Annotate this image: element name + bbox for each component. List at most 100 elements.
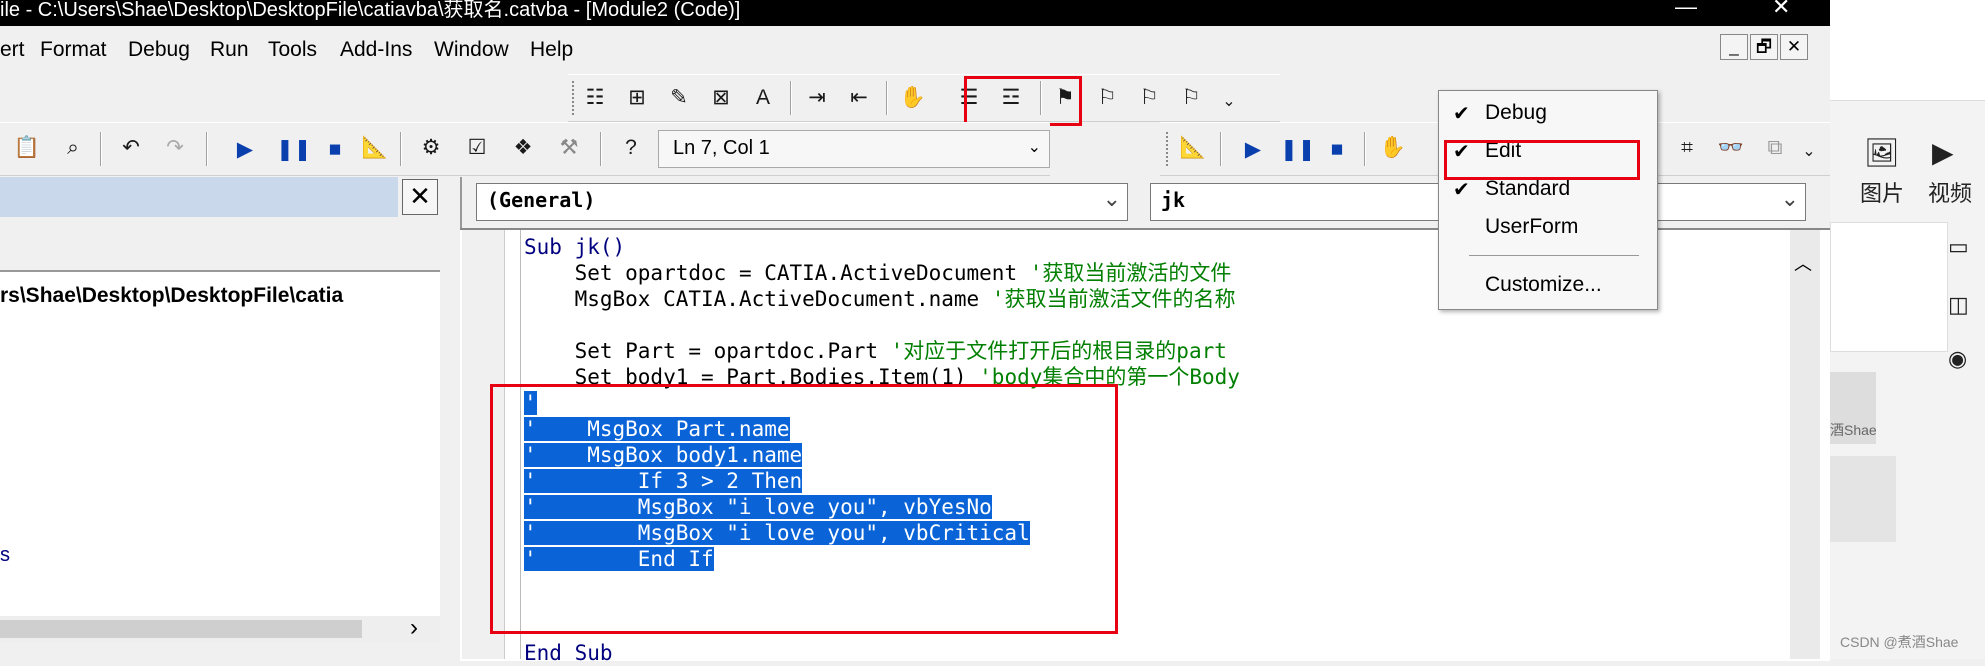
check-icon: ✔ [1453,103,1470,125]
next-bookmark-icon[interactable]: ⚐ [1092,83,1122,113]
position-readout: Ln 7, Col 1 ⌄ [658,130,1050,168]
project-path[interactable]: rs\Shae\Desktop\DesktopFile\catia [0,284,343,308]
chevron-down-icon[interactable]: ⌄ [1028,137,1041,157]
chevron-down-icon[interactable]: ⌄ [1103,186,1121,212]
toolbar-separator [1220,132,1222,166]
design-mode-icon[interactable]: 📐 [1178,133,1208,163]
layout-icon[interactable]: ▭ [1948,234,1969,260]
watch-window-icon[interactable]: ⌗ [1672,133,1702,163]
scrollbar-thumb[interactable] [0,620,362,638]
code-line[interactable]: Sub jk() [524,234,625,260]
scroll-up-icon[interactable]: ︿ [1794,250,1812,276]
paste-icon[interactable]: 📋 [12,133,42,163]
parameter-info-icon[interactable]: ⊠ [706,83,736,113]
toolbar-separator [790,81,792,115]
undo-icon[interactable]: ↶ [116,133,146,163]
project-explorer-titlebar [0,177,398,217]
menu-addins[interactable]: Add-Ins [340,38,412,62]
project-explorer-icon[interactable]: ⚙ [416,133,446,163]
code-line[interactable]: End Sub [524,640,613,666]
quick-info-icon[interactable]: ✎ [664,83,694,113]
help-icon[interactable]: ? [616,133,646,163]
menu-insert[interactable]: ert [0,38,25,62]
menu-window[interactable]: Window [434,38,509,62]
toolbar-options-dropdown[interactable]: ⌄ [1214,87,1244,117]
close-icon[interactable]: ✕ [402,179,438,215]
find-icon[interactable]: ⌕ [58,133,88,163]
toolbars-context-menu: ✔ Debug ✔ Edit ✔ Standard UserForm Custo… [1438,90,1658,310]
minimize-button[interactable]: — [1675,0,1697,20]
reset-icon[interactable]: ■ [1322,135,1352,165]
check-icon: ✔ [1453,179,1470,201]
menu-item-debug[interactable]: Debug [1485,101,1547,125]
toolbar-separator [886,81,888,115]
run-icon[interactable]: ▶ [1238,135,1268,165]
project-tree[interactable]: rs\Shae\Desktop\DesktopFile\catia s [0,270,440,620]
mdi-minimize-button[interactable]: _ [1720,34,1748,60]
edit-toolbar: ☷ ⊞ ✎ ⊠ A ⇥ ⇤ ✋ ☰ ☲ ⚑ ⚐ ⚐ ⚐ ⌄ [568,74,1280,122]
list-constants-icon[interactable]: ⊞ [622,83,652,113]
menu-item-standard[interactable]: Standard [1485,177,1570,201]
complete-word-icon[interactable]: A [748,83,778,113]
design-mode-icon[interactable]: 📐 [360,133,390,163]
outdent-icon[interactable]: ⇤ [844,83,874,113]
mdi-restore-button[interactable]: 🗗 [1750,34,1778,60]
toolbar-grip[interactable] [1166,132,1172,166]
csdn-watermark: CSDN @煮酒Shae [1840,634,1959,650]
menu-item-customize[interactable]: Customize... [1485,273,1602,297]
vertical-scrollbar[interactable]: ︿ [1790,230,1820,659]
highlight-comment-buttons [964,76,1082,126]
menu-item-userform[interactable]: UserForm [1485,215,1578,239]
object-browser-icon[interactable]: ❖ [508,133,538,163]
code-line[interactable]: MsgBox CATIA.ActiveDocument.name '获取当前激活… [524,286,1236,312]
columns-icon[interactable]: ◫ [1948,292,1969,318]
list-properties-icon[interactable]: ☷ [580,83,610,113]
properties-window-icon[interactable]: ☑ [462,133,492,163]
call-stack-icon[interactable]: ⧉ [1760,133,1790,163]
toggle-breakpoint-icon[interactable]: ✋ [1378,133,1408,163]
menu-run[interactable]: Run [210,38,249,62]
menu-separator [1469,255,1639,256]
indent-icon[interactable]: ⇥ [802,83,832,113]
clear-bookmarks-icon[interactable]: ⚐ [1176,83,1206,113]
procedure-combo-value: jk [1161,188,1186,212]
picture-icon[interactable]: 🖼 [1864,136,1900,169]
mdi-close-button[interactable]: ✕ [1780,34,1808,60]
title-bar: ile - C:\Users\Shae\Desktop\DesktopFile\… [0,0,1830,26]
chevron-down-icon[interactable]: ⌄ [1781,186,1799,212]
eye-icon[interactable]: ◉ [1948,346,1967,372]
close-button[interactable]: ✕ [1772,0,1790,20]
scroll-right-icon[interactable]: › [410,614,418,642]
reset-icon[interactable]: ■ [320,135,350,165]
run-icon[interactable]: ▶ [230,135,260,165]
picture-label[interactable]: 图片 [1860,176,1904,208]
watermark-text: 酒Shae [1830,422,1877,438]
object-combo-value: (General) [487,188,596,212]
toolbar-grip[interactable] [572,81,578,115]
horizontal-scrollbar[interactable]: › [0,614,440,642]
previous-bookmark-icon[interactable]: ⚐ [1134,83,1164,113]
tree-item-partial[interactable]: s [0,544,10,567]
menu-bar: ert Format Debug Run Tools Add-Ins Windo… [0,30,1830,70]
toolbar-separator [206,132,208,166]
quick-watch-icon[interactable]: 👓 [1716,133,1746,163]
break-icon[interactable]: ❚❚ [1280,135,1315,165]
toolbox-icon[interactable]: ⚒ [554,133,584,163]
line-column-label: Ln 7, Col 1 [673,137,770,159]
panel-block [1830,456,1896,542]
video-icon[interactable]: ▶ [1932,136,1954,169]
code-line[interactable]: Set Part = opartdoc.Part '对应于文件打开后的根目录的p… [524,338,1227,364]
menu-debug[interactable]: Debug [128,38,190,62]
highlight-selected-code [490,384,1118,634]
toolbar-separator [600,132,602,166]
menu-help[interactable]: Help [530,38,573,62]
break-icon[interactable]: ❚❚ [276,135,311,165]
object-combo[interactable]: (General) ⌄ [476,183,1128,221]
toolbar-options-dropdown[interactable]: ⌄ [1794,137,1824,167]
video-label[interactable]: 视频 [1928,176,1972,208]
menu-tools[interactable]: Tools [268,38,317,62]
redo-icon[interactable]: ↷ [160,133,190,163]
toggle-breakpoint-icon[interactable]: ✋ [898,83,928,113]
menu-format[interactable]: Format [40,38,107,62]
code-line[interactable]: Set opartdoc = CATIA.ActiveDocument '获取当… [524,260,1232,286]
